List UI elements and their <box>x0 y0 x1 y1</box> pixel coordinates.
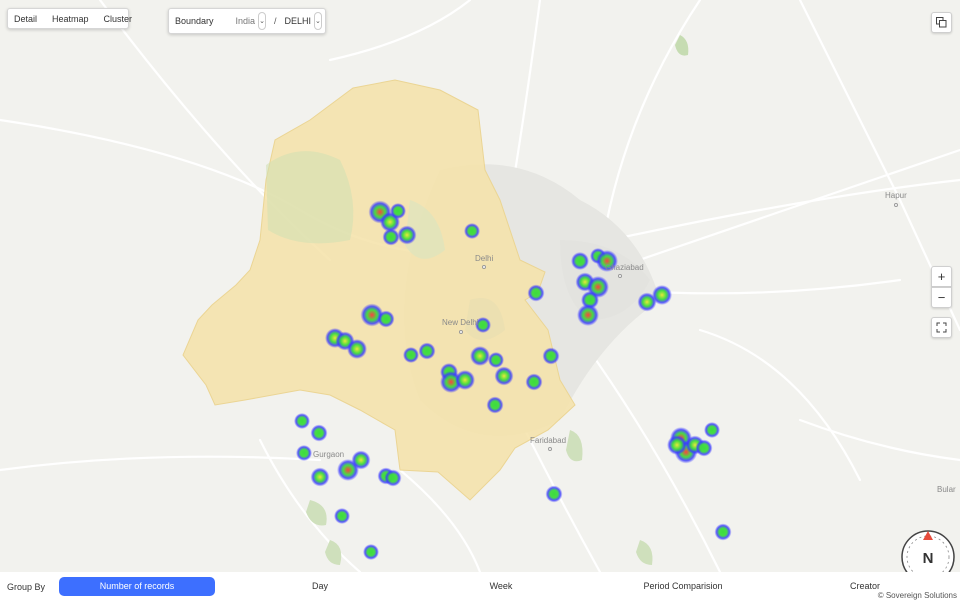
heatmap-spot <box>397 225 417 245</box>
group-by-week[interactable]: Week <box>470 577 532 596</box>
group-by-day[interactable]: Day <box>290 577 350 596</box>
heatmap-spot <box>667 435 687 455</box>
place-dot-delhi <box>482 265 486 269</box>
heatmap-spot <box>525 373 543 391</box>
heatmap-spot <box>470 346 490 366</box>
place-label-hapur: Hapur <box>885 191 907 200</box>
heatmap-spot <box>403 347 419 363</box>
place-dot-hapur <box>894 203 898 207</box>
heatmap-spot <box>545 485 563 503</box>
boundary-state-value[interactable]: DELHI <box>284 16 311 26</box>
heatmap-spot <box>494 366 514 386</box>
heatmap-spot <box>390 203 406 219</box>
heatmap-spot <box>571 252 589 270</box>
map-base-layer <box>0 0 960 572</box>
place-label-faridabad: Faridabad <box>530 436 567 445</box>
country-chevron-down-icon[interactable]: ⌄ <box>258 12 266 30</box>
heatmap-spot <box>363 544 379 560</box>
heatmap-spot <box>542 347 560 365</box>
heatmap-spot <box>652 285 672 305</box>
place-label-delhi: Delhi <box>475 254 494 263</box>
heatmap-spot <box>577 304 599 326</box>
view-mode-cluster[interactable]: Cluster <box>104 14 133 24</box>
boundary-separator: / <box>273 16 277 26</box>
heatmap-spot <box>382 228 400 246</box>
heatmap-spot <box>418 342 436 360</box>
heatmap-spot <box>377 310 395 328</box>
group-by-label: Group By <box>7 582 46 592</box>
group-by-number-of-records[interactable]: Number of records <box>59 577 215 596</box>
heatmap-spot <box>296 445 312 461</box>
heatmap-spot <box>294 413 310 429</box>
fullscreen-button[interactable] <box>931 317 952 338</box>
boundary-country-value[interactable]: India <box>236 16 256 26</box>
place-label-ghaziabad: Ghaziabad <box>605 263 644 272</box>
place-dot-faridabad <box>548 447 552 451</box>
map-canvas[interactable]: Delhi New Delhi Ghaziabad Gurgaon Farida… <box>0 0 960 572</box>
place-dot-new-delhi <box>459 330 463 334</box>
heatmap-spot <box>714 523 732 541</box>
heatmap-spot <box>704 422 720 438</box>
compass-control[interactable]: N <box>900 527 956 572</box>
view-mode-heatmap[interactable]: Heatmap <box>52 14 89 24</box>
state-chevron-down-icon[interactable]: ⌄ <box>313 12 322 30</box>
heatmap-spot <box>351 450 371 470</box>
heatmap-spot <box>527 284 545 302</box>
copyright-text: © Sovereign Solutions <box>877 591 957 600</box>
heatmap-spot <box>695 439 713 457</box>
place-label-bulandshahr: Bular <box>937 485 956 494</box>
heatmap-spot <box>310 424 328 442</box>
heatmap-spot <box>464 223 480 239</box>
heatmap-spot <box>455 370 475 390</box>
group-by-bar: Group By Number of records Day Week Peri… <box>0 572 960 601</box>
heatmap-spot <box>334 508 350 524</box>
view-mode-panel: Detail Heatmap Cluster <box>7 8 132 29</box>
group-by-period-comparison[interactable]: Period Comparision <box>630 577 736 596</box>
heatmap-spot <box>384 469 402 487</box>
fullscreen-icon <box>936 322 947 333</box>
compass-n-label: N <box>923 550 934 567</box>
heatmap-spot <box>488 352 504 368</box>
place-dot-ghaziabad <box>618 274 622 278</box>
layers-icon <box>936 17 947 28</box>
heatmap-spot <box>486 396 504 414</box>
heatmap-spot <box>310 467 330 487</box>
heatmap-spot <box>347 339 367 359</box>
view-mode-detail[interactable]: Detail <box>14 14 37 24</box>
place-label-gurgaon: Gurgaon <box>313 450 345 459</box>
boundary-selector: Boundary India ⌄ / DELHI ⌄ <box>168 8 326 34</box>
boundary-label: Boundary <box>175 16 214 26</box>
zoom-out-button[interactable]: − <box>931 287 952 308</box>
zoom-in-button[interactable]: + <box>931 266 952 287</box>
place-label-new-delhi: New Delhi <box>442 318 479 327</box>
layers-button[interactable] <box>931 12 952 33</box>
